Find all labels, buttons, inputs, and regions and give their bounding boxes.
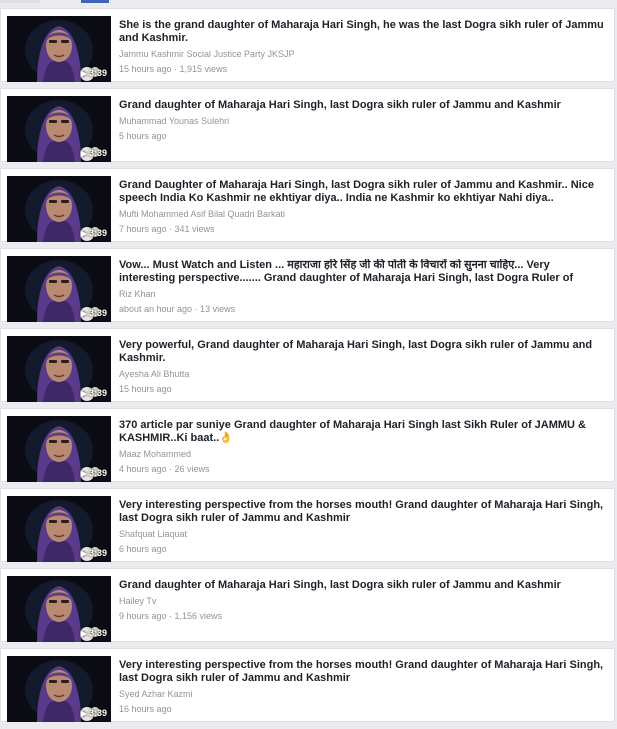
video-author[interactable]: Muhammad Younas Sulehri <box>119 116 606 127</box>
video-thumbnail[interactable]: ▶ 3:39 <box>7 416 111 482</box>
play-icon: ▶ <box>80 549 87 558</box>
video-info: Grand Daughter of Maharaja Hari Singh, l… <box>119 179 606 235</box>
play-icon: ▶ <box>80 309 87 318</box>
video-title[interactable]: Grand Daughter of Maharaja Hari Singh, l… <box>119 179 606 205</box>
video-author[interactable]: Jammu Kashmir Social Justice Party JKSJP <box>119 49 606 60</box>
video-thumbnail[interactable]: ▶ 3:39 <box>7 96 111 162</box>
video-meta: 6 hours ago <box>119 544 167 554</box>
video-duration: ▶ 3:39 <box>81 308 107 318</box>
duration-text: 3:39 <box>88 388 107 398</box>
duration-text: 3:39 <box>88 468 107 478</box>
video-thumbnail[interactable]: ▶ 3:39 <box>7 336 111 402</box>
video-author[interactable]: Maaz Mohammed <box>119 449 606 460</box>
video-duration: ▶ 3:39 <box>81 68 107 78</box>
video-info: Grand daughter of Maharaja Hari Singh, l… <box>119 99 606 142</box>
video-author[interactable]: Ayesha Ali Bhutta <box>119 369 606 380</box>
duration-text: 3:39 <box>88 308 107 318</box>
video-result-card[interactable]: ▶ 3:39 370 article par suniye Grand daugh… <box>0 408 615 482</box>
video-info: Very powerful, Grand daughter of Maharaj… <box>119 339 606 395</box>
play-icon: ▶ <box>80 149 87 158</box>
video-duration: ▶ 3:39 <box>81 628 107 638</box>
video-info: Very interesting perspective from the ho… <box>119 659 606 715</box>
active-tab-indicator[interactable] <box>81 0 109 3</box>
video-duration: ▶ 3:39 <box>81 468 107 478</box>
video-meta: 9 hours ago · 1,156 views <box>119 611 223 621</box>
duration-text: 3:39 <box>88 708 107 718</box>
video-meta: about an hour ago · 13 views <box>119 304 236 314</box>
video-author[interactable]: Riz Khan <box>119 289 606 300</box>
video-title[interactable]: Very interesting perspective from the ho… <box>119 499 606 525</box>
video-meta: 16 hours ago <box>119 704 172 714</box>
video-title[interactable]: Very interesting perspective from the ho… <box>119 659 606 685</box>
duration-text: 3:39 <box>88 228 107 238</box>
play-icon: ▶ <box>80 629 87 638</box>
video-title[interactable]: 370 article par suniye Grand daughter of… <box>119 419 606 445</box>
duration-text: 3:39 <box>88 68 107 78</box>
video-meta: 15 hours ago · 1,915 views <box>119 64 228 74</box>
tab-left-divider <box>0 0 40 3</box>
play-icon: ▶ <box>80 389 87 398</box>
video-thumbnail[interactable]: ▶ 3:39 <box>7 16 111 82</box>
video-meta: 4 hours ago · 26 views <box>119 464 210 474</box>
video-author[interactable]: Shafquat Liaquat <box>119 529 606 540</box>
video-duration: ▶ 3:39 <box>81 548 107 558</box>
video-thumbnail[interactable]: ▶ 3:39 <box>7 656 111 722</box>
video-result-card[interactable]: ▶ 3:39 Very interesting perspective from … <box>0 648 615 722</box>
video-info: Grand daughter of Maharaja Hari Singh, l… <box>119 579 606 622</box>
play-icon: ▶ <box>80 469 87 478</box>
video-author[interactable]: Syed Azhar Kazmi <box>119 689 606 700</box>
video-meta: 5 hours ago <box>119 131 167 141</box>
video-info: 370 article par suniye Grand daughter of… <box>119 419 606 475</box>
video-title[interactable]: Very powerful, Grand daughter of Maharaj… <box>119 339 606 365</box>
video-result-card[interactable]: ▶ 3:39 Grand daughter of Maharaja Hari Si… <box>0 568 615 642</box>
video-result-card[interactable]: ▶ 3:39 Very powerful, Grand daughter of M… <box>0 328 615 402</box>
video-duration: ▶ 3:39 <box>81 228 107 238</box>
video-meta: 7 hours ago · 341 views <box>119 224 215 234</box>
video-author[interactable]: Hailey Tv <box>119 596 606 607</box>
video-info: She is the grand daughter of Maharaja Ha… <box>119 19 606 75</box>
duration-text: 3:39 <box>88 148 107 158</box>
video-title[interactable]: She is the grand daughter of Maharaja Ha… <box>119 19 606 45</box>
video-result-card[interactable]: ▶ 3:39 Vow... Must Watch and Listen ... म… <box>0 248 615 322</box>
video-thumbnail[interactable]: ▶ 3:39 <box>7 256 111 322</box>
video-results-list: ▶ 3:39 She is the grand daughter of Mahar… <box>0 8 617 728</box>
play-icon: ▶ <box>80 229 87 238</box>
duration-text: 3:39 <box>88 628 107 638</box>
video-title[interactable]: Vow... Must Watch and Listen ... महाराजा… <box>119 259 606 285</box>
video-thumbnail[interactable]: ▶ 3:39 <box>7 576 111 642</box>
video-title[interactable]: Grand daughter of Maharaja Hari Singh, l… <box>119 579 606 592</box>
video-thumbnail[interactable]: ▶ 3:39 <box>7 176 111 242</box>
video-info: Vow... Must Watch and Listen ... महाराजा… <box>119 259 606 315</box>
video-result-card[interactable]: ▶ 3:39 Grand daughter of Maharaja Hari Si… <box>0 88 615 162</box>
video-duration: ▶ 3:39 <box>81 388 107 398</box>
video-result-card[interactable]: ▶ 3:39 Grand Daughter of Maharaja Hari Si… <box>0 168 615 242</box>
play-icon: ▶ <box>80 709 87 718</box>
video-result-card[interactable]: ▶ 3:39 She is the grand daughter of Mahar… <box>0 8 615 82</box>
video-info: Very interesting perspective from the ho… <box>119 499 606 555</box>
video-result-card[interactable]: ▶ 3:39 Very interesting perspective from … <box>0 488 615 562</box>
video-duration: ▶ 3:39 <box>81 148 107 158</box>
play-icon: ▶ <box>80 69 87 78</box>
duration-text: 3:39 <box>88 548 107 558</box>
video-author[interactable]: Mufti Mohammed Asif Bilal Quadri Barkati <box>119 209 606 220</box>
video-thumbnail[interactable]: ▶ 3:39 <box>7 496 111 562</box>
video-title[interactable]: Grand daughter of Maharaja Hari Singh, l… <box>119 99 606 112</box>
video-duration: ▶ 3:39 <box>81 708 107 718</box>
video-meta: 15 hours ago <box>119 384 172 394</box>
top-tab-strip <box>0 0 617 8</box>
